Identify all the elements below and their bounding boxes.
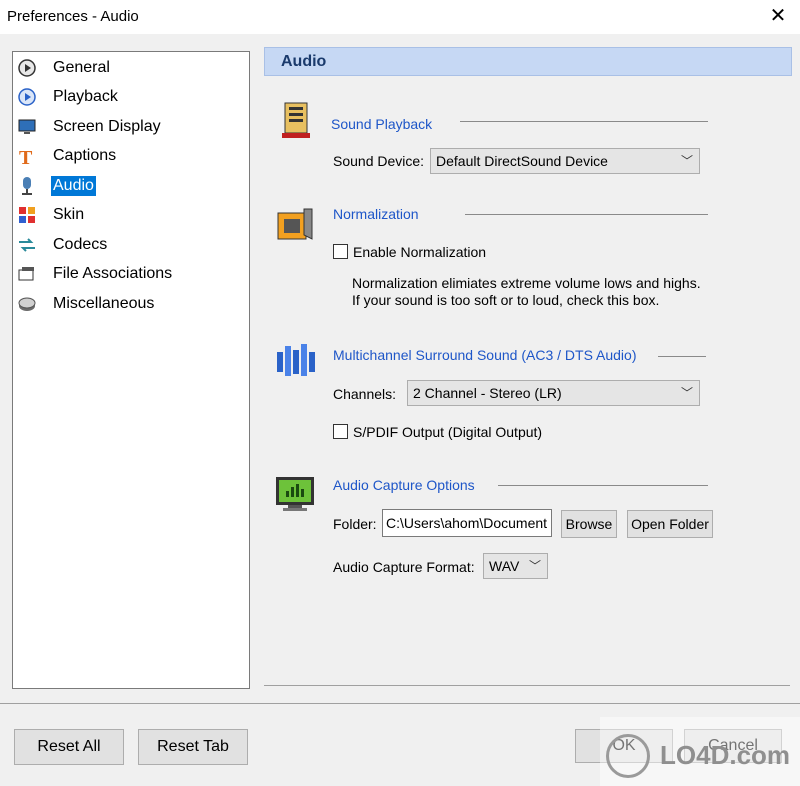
sidebar-item-label: Skin (53, 206, 85, 223)
sidebar-item-label: Codecs (53, 236, 108, 253)
page-title: Audio (281, 53, 327, 70)
capture-format-select[interactable]: WAV ﹀ (483, 553, 548, 579)
capture-folder-input[interactable]: C:\Users\ahom\Document (382, 509, 552, 537)
sidebar-item-label: Audio (51, 176, 96, 196)
open-folder-button[interactable]: Open Folder (627, 510, 713, 538)
sound-device-value: Default DirectSound Device (436, 153, 608, 169)
normalization-description-line1: Normalization elimiates extreme volume l… (352, 275, 701, 291)
file-associations-icon (18, 267, 34, 281)
sidebar-item-codecs[interactable]: Codecs (13, 232, 249, 258)
spdif-output-label: S/PDIF Output (Digital Output) (353, 424, 543, 440)
surround-sound-title: Multichannel Surround Sound (AC3 / DTS A… (333, 347, 637, 363)
sidebar-item-label: General (53, 59, 110, 76)
sidebar-item-label: Miscellaneous (53, 295, 155, 312)
sidebar-item-audio[interactable]: Audio (13, 173, 249, 199)
divider (465, 214, 708, 215)
reset-tab-button[interactable]: Reset Tab (138, 729, 248, 765)
normalization-icon (277, 208, 313, 240)
audio-capture-icon (276, 477, 314, 511)
window-title: Preferences - Audio (7, 8, 139, 25)
skin-icon (19, 207, 35, 223)
speaker-icon (282, 102, 310, 138)
chevron-down-icon: ﹀ (680, 386, 693, 400)
codecs-icon (19, 238, 35, 252)
divider (658, 356, 706, 357)
surround-sound-icon (277, 344, 315, 376)
capture-format-label: Audio Capture Format: (333, 559, 475, 575)
footer-separator (0, 703, 800, 704)
sidebar-item-general[interactable]: General (13, 55, 249, 81)
general-icon (18, 59, 36, 77)
sidebar-item-file-associations[interactable]: File Associations (13, 261, 249, 287)
sidebar-item-captions[interactable]: T Captions (13, 143, 249, 169)
monitor-icon (18, 119, 36, 134)
browse-button[interactable]: Browse (561, 510, 617, 538)
svg-text:T: T (19, 147, 33, 166)
sidebar-item-screen-display[interactable]: Screen Display (13, 114, 249, 140)
sound-playback-title: Sound Playback (331, 116, 433, 132)
capture-folder-value: C:\Users\ahom\Document (386, 515, 548, 531)
capture-format-value: WAV (489, 558, 520, 574)
captions-icon: T (19, 147, 33, 166)
spdif-output-checkbox[interactable] (333, 424, 348, 439)
channels-label: Channels: (333, 386, 397, 402)
channels-select[interactable]: 2 Channel - Stereo (LR) ﹀ (407, 380, 700, 406)
section-header: Audio (264, 47, 792, 76)
audio-capture-title: Audio Capture Options (333, 477, 475, 493)
divider (460, 121, 708, 122)
normalization-description-line2: If your sound is too soft or to loud, ch… (352, 292, 660, 308)
title-bar: Preferences - Audio ✕ (0, 0, 800, 34)
sidebar-item-skin[interactable]: Skin (13, 202, 249, 228)
sidebar-item-label: Playback (53, 88, 118, 105)
enable-normalization-label: Enable Normalization (353, 244, 487, 260)
close-icon[interactable]: ✕ (768, 4, 788, 28)
microphone-icon (22, 177, 32, 195)
watermark-logo-icon (606, 734, 650, 778)
playback-icon (18, 88, 36, 106)
enable-normalization-checkbox[interactable] (333, 244, 348, 259)
sidebar-item-playback[interactable]: Playback (13, 84, 249, 110)
sidebar-item-miscellaneous[interactable]: Miscellaneous (13, 291, 249, 317)
divider (498, 485, 708, 486)
sound-device-select[interactable]: Default DirectSound Device ﹀ (430, 148, 700, 174)
reset-all-button[interactable]: Reset All (14, 729, 124, 765)
channels-value: 2 Channel - Stereo (LR) (413, 385, 562, 401)
sidebar-item-label: File Associations (53, 265, 173, 282)
preferences-sidebar: General Playback Screen Display T Captio… (12, 51, 250, 689)
chevron-down-icon: ﹀ (680, 154, 693, 168)
content-separator (264, 685, 790, 686)
sound-device-label: Sound Device: (333, 153, 425, 169)
folder-label: Folder: (333, 516, 377, 532)
watermark-text: LO4D.com (660, 740, 791, 770)
sidebar-item-label: Screen Display (53, 118, 161, 135)
sidebar-item-label: Captions (53, 147, 117, 164)
miscellaneous-icon (18, 297, 36, 311)
normalization-title: Normalization (333, 206, 419, 222)
chevron-down-icon: ﹀ (528, 559, 541, 573)
